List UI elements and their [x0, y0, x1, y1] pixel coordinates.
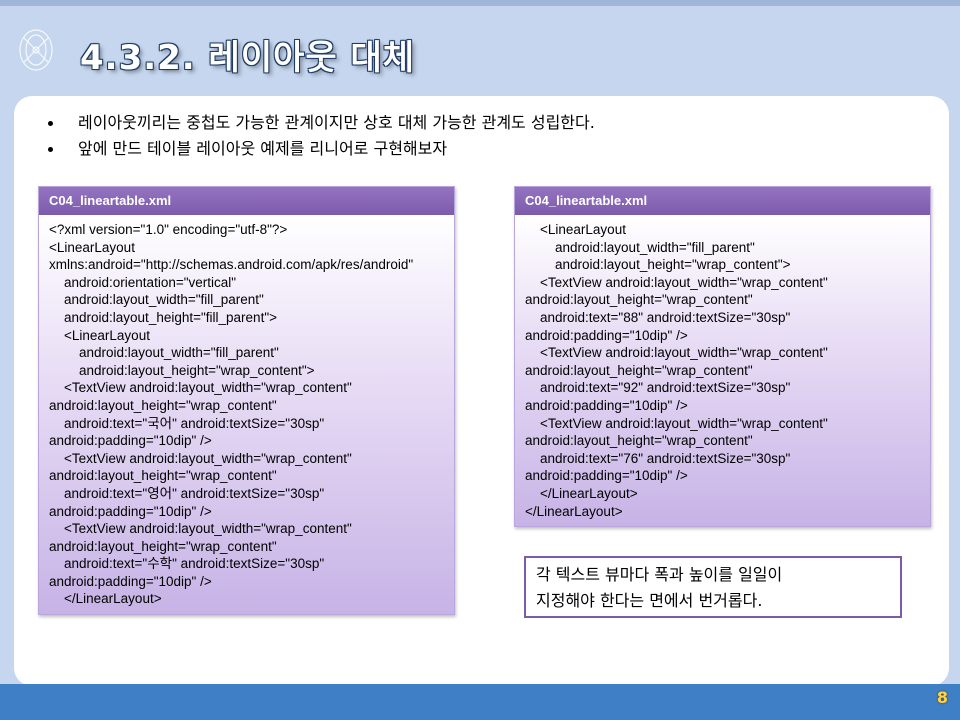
code-line: android:layout_height="wrap_content" [525, 292, 753, 308]
bottom-band [0, 684, 960, 720]
note-line: 각 텍스트 뷰마다 폭과 높이를 일일이 [536, 565, 783, 584]
bullet-text: 앞에 만드 테이블 레이아웃 예제를 리니어로 구현해보자 [78, 139, 448, 158]
code-line: android:layout_width="fill_parent" [49, 345, 279, 361]
code-line: android:padding="10dip" /> [49, 573, 212, 589]
code-line: <LinearLayout [525, 222, 626, 237]
bullet-list: 레이아웃끼리는 중첩도 가능한 관계이지만 상호 대체 가능한 관계도 성립한다… [40, 110, 595, 162]
slide-title: 4.3.2. 레이아웃 대체 [80, 38, 416, 78]
right-code-panel: C04_lineartable.xml <LinearLayout androi… [514, 186, 931, 528]
code-line: </LinearLayout> [525, 503, 623, 519]
code-line: <?xml version="1.0" encoding="utf-8"?> [49, 222, 288, 237]
note-box: 각 텍스트 뷰마다 폭과 높이를 일일이 지정해야 한다는 면에서 번거롭다. [524, 556, 902, 618]
code-line: <TextView android:layout_width="wrap_con… [525, 415, 828, 431]
code-line: </LinearLayout> [49, 591, 162, 607]
code-line: android:layout_width="fill_parent" [49, 292, 264, 308]
code-line: android:text="수학" android:textSize="30sp… [49, 556, 325, 572]
code-line: android:orientation="vertical" [49, 274, 237, 290]
bullet-dot-icon [48, 147, 53, 152]
code-line: android:layout_height="wrap_content" [49, 397, 277, 413]
code-line: android:padding="10dip" /> [525, 327, 688, 343]
code-line: <LinearLayout [49, 239, 135, 255]
code-line: android:layout_height="wrap_content"> [49, 362, 315, 378]
code-line: android:padding="10dip" /> [49, 503, 212, 519]
bullet-dot-icon [48, 121, 53, 126]
code-line: android:text="76" android:textSize="30sp… [525, 450, 791, 466]
code-line: android:padding="10dip" /> [525, 468, 688, 484]
code-line: android:padding="10dip" /> [525, 397, 688, 413]
code-line: android:layout_height="wrap_content" [49, 468, 277, 484]
bullet-item: 레이아웃끼리는 중첩도 가능한 관계이지만 상호 대체 가능한 관계도 성립한다… [40, 110, 595, 136]
code-line: android:text="92" android:textSize="30sp… [525, 380, 791, 396]
left-panel-header: C04_lineartable.xml [39, 187, 454, 215]
code-line: android:layout_height="wrap_content" [525, 362, 753, 378]
code-line: android:text="영어" android:textSize="30sp… [49, 485, 325, 501]
code-line: android:layout_height="wrap_content" [525, 433, 753, 449]
code-line: <TextView android:layout_width="wrap_con… [49, 380, 352, 396]
bullet-text: 레이아웃끼리는 중첩도 가능한 관계이지만 상호 대체 가능한 관계도 성립한다… [78, 113, 595, 132]
code-line: android:text="88" android:textSize="30sp… [525, 309, 791, 325]
code-line: xmlns:android="http://schemas.android.co… [49, 257, 414, 273]
code-line: <LinearLayout [49, 327, 150, 343]
code-line: android:padding="10dip" /> [49, 433, 212, 449]
code-line: android:layout_width="fill_parent" [525, 239, 755, 255]
left-code-panel: C04_lineartable.xml <?xml version="1.0" … [38, 186, 455, 616]
code-line: android:layout_height="wrap_content"> [525, 257, 791, 273]
code-line: <TextView android:layout_width="wrap_con… [49, 521, 352, 537]
code-line: <TextView android:layout_width="wrap_con… [525, 274, 828, 290]
right-panel-code: <LinearLayout android:layout_width="fill… [515, 215, 930, 527]
left-panel-code: <?xml version="1.0" encoding="utf-8"?> <L… [39, 215, 454, 615]
code-line: <TextView android:layout_width="wrap_con… [49, 450, 352, 466]
code-line: </LinearLayout> [525, 485, 638, 501]
note-line: 지정해야 한다는 면에서 번거롭다. [536, 591, 763, 610]
code-line: android:layout_height="fill_parent"> [49, 309, 277, 325]
bullet-item: 앞에 만드 테이블 레이아웃 예제를 리니어로 구현해보자 [40, 136, 595, 162]
code-line: android:text="국어" android:textSize="30sp… [49, 415, 325, 431]
code-line: android:layout_height="wrap_content" [49, 538, 277, 554]
top-band [0, 0, 960, 6]
decorative-logo-icon [19, 29, 53, 71]
page-number: 8 [936, 688, 948, 707]
right-panel-header: C04_lineartable.xml [515, 187, 930, 215]
code-line: <TextView android:layout_width="wrap_con… [525, 345, 828, 361]
